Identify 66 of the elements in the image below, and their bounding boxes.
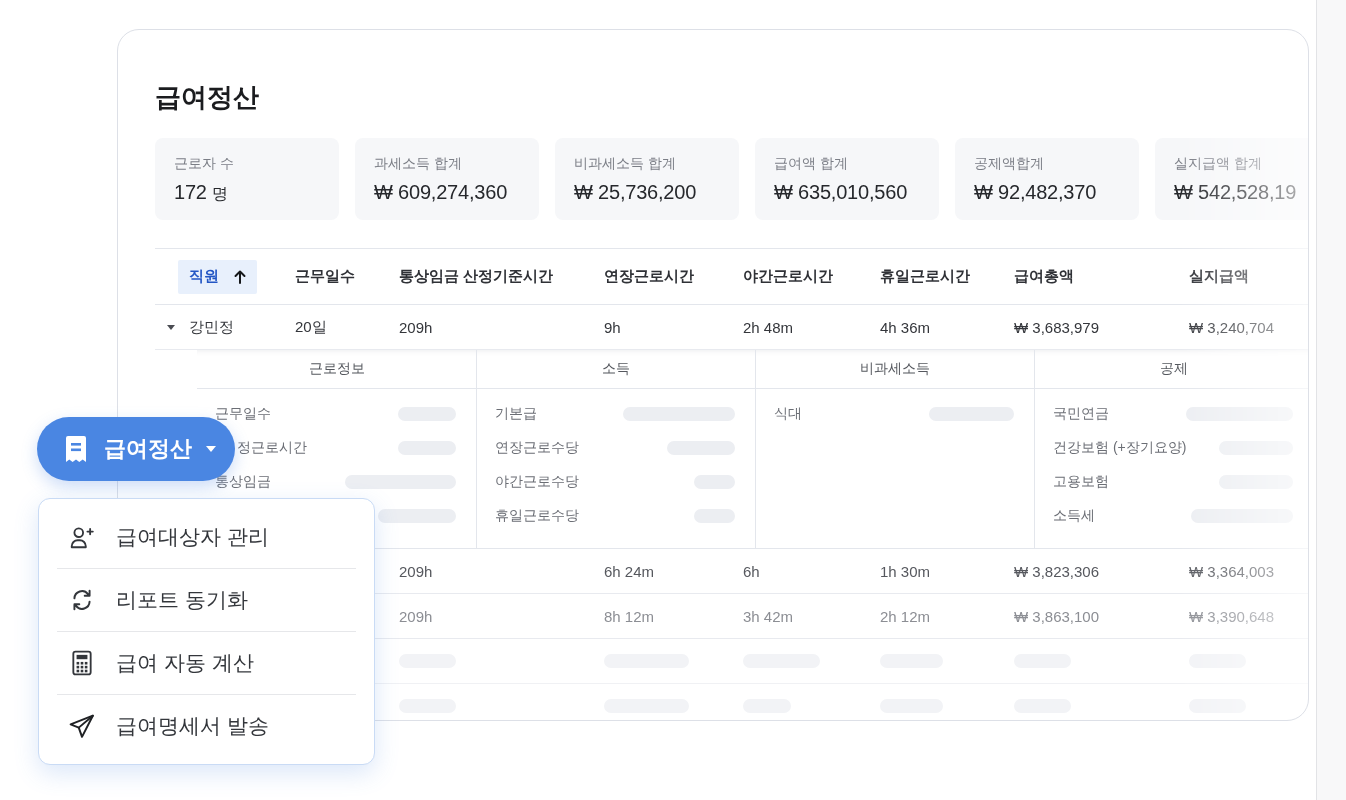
stat-label: 근로자 수 [174, 154, 235, 172]
stat-unit: 명 [211, 184, 228, 204]
column-header[interactable]: 근무일수 [284, 259, 366, 294]
section-title: 비과세소득 [860, 360, 930, 378]
calculator-icon [69, 650, 95, 676]
table-cell: 2h 12m [880, 607, 931, 625]
detail-label: 국민연금 [1053, 405, 1109, 423]
detail-label: 기본급 [495, 405, 537, 423]
table-cell: 20일 [295, 317, 327, 337]
stat-value: ₩ 635,010,560 [774, 180, 908, 204]
page-title: 급여정산 [155, 81, 260, 114]
detail-label: 야간근로수당 [495, 473, 579, 491]
table-cell: 209h [399, 562, 433, 580]
stat-value: 172 [174, 180, 207, 204]
table-cell: ₩ 3,240,704 [1189, 318, 1275, 336]
table-cell: 6h 24m [604, 562, 655, 580]
stat-label: 급여액 합계 [774, 154, 849, 172]
stat-label: 실지급액 합계 [1174, 154, 1263, 172]
table-cell: ₩ 3,863,100 [1014, 607, 1100, 625]
column-header[interactable]: 통상임금 산정기준시간 [388, 259, 565, 294]
table-cell: 3h 42m [743, 607, 794, 625]
stat-value: ₩ 25,736,200 [574, 180, 697, 204]
caret-icon[interactable] [167, 324, 175, 330]
stat-label: 공제액합계 [974, 154, 1045, 172]
detail-label: 연장근로수당 [495, 439, 579, 457]
section-title: 소득 [602, 360, 630, 378]
table-cell: ₩ 3,823,306 [1014, 562, 1100, 580]
table-cell: 8h 12m [604, 607, 655, 625]
table-cell: ₩ 3,364,003 [1189, 562, 1275, 580]
caret-icon [206, 446, 216, 452]
detail-label: 고용보험 [1053, 473, 1109, 491]
menu-item[interactable]: 급여대상자 관리 [57, 505, 356, 568]
column-header[interactable]: 실지급액 [1178, 259, 1260, 294]
stat-label: 과세소득 합계 [374, 154, 463, 172]
column-header[interactable]: 연장근로시간 [593, 259, 705, 294]
stat-value: ₩ 92,482,370 [974, 180, 1097, 204]
menu-item[interactable]: 급여 자동 계산 [57, 631, 356, 694]
column-header[interactable]: 직원 [178, 259, 257, 294]
table-cell: 209h [399, 607, 433, 625]
detail-label: 소득세 [1053, 507, 1095, 525]
stat-label: 비과세소득 합계 [574, 154, 677, 172]
stat-value: ₩ 542,528,19 [1174, 180, 1297, 204]
table-cell: 4h 36m [880, 318, 931, 336]
table-cell: 강민정 [189, 317, 234, 337]
detail-label: 식대 [774, 405, 802, 423]
menu-item[interactable]: 급여명세서 발송 [57, 694, 356, 757]
table-cell: 6h [743, 562, 760, 580]
column-header[interactable]: 휴일근로시간 [869, 259, 981, 294]
table-cell: 9h [604, 318, 621, 336]
menu-item[interactable]: 리포트 동기화 [57, 568, 356, 631]
table-cell: ₩ 3,390,648 [1189, 607, 1275, 625]
table-cell: 1h 30m [880, 562, 931, 580]
table-cell: 209h [399, 318, 433, 336]
table-cell: 2h 48m [743, 318, 794, 336]
sort-up-arrow-icon [234, 269, 246, 284]
detail-label: 건강보험 (+장기요양) [1053, 439, 1187, 457]
section-title: 근로정보 [308, 360, 365, 378]
receipt-icon [65, 435, 87, 463]
table-cell: ₩ 3,683,979 [1014, 318, 1100, 336]
column-header[interactable]: 급여총액 [1003, 259, 1085, 294]
column-header[interactable]: 야간근로시간 [732, 259, 844, 294]
stat-value: ₩ 609,274,360 [374, 180, 508, 204]
detail-label: 정근로시간 [237, 439, 307, 457]
paper-plane-icon [69, 713, 95, 739]
section-title: 공제 [1160, 360, 1188, 378]
detail-label: 휴일근로수당 [495, 507, 579, 525]
